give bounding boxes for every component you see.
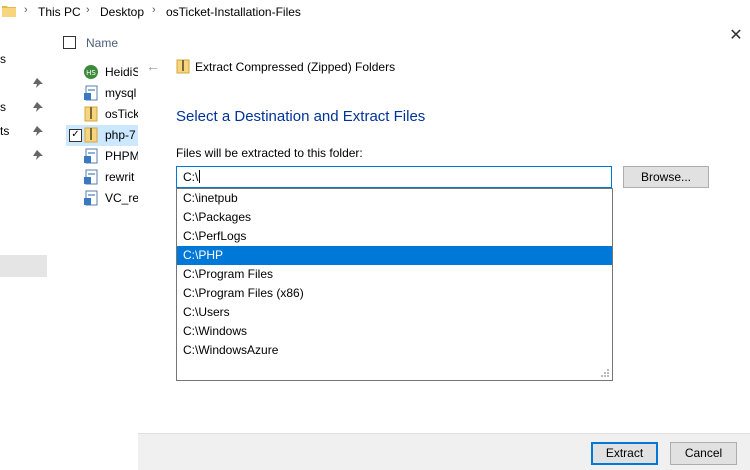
- installer-icon: [84, 148, 98, 164]
- pin-icon[interactable]: [33, 150, 43, 160]
- file-item[interactable]: HS HeidiS: [66, 62, 138, 83]
- suggestion-item[interactable]: C:\Users: [177, 303, 612, 322]
- suggestion-item[interactable]: C:\Program Files (x86): [177, 284, 612, 303]
- file-item[interactable]: rewrit: [66, 167, 138, 188]
- zip-folder-icon: [176, 59, 190, 74]
- extract-button[interactable]: Extract: [591, 442, 658, 465]
- suggestion-item[interactable]: C:\Program Files: [177, 265, 612, 284]
- pin-icon[interactable]: [33, 126, 43, 136]
- select-all-checkbox[interactable]: [63, 36, 76, 49]
- autocomplete-dropdown[interactable]: C:\inetpub C:\Packages C:\PerfLogs C:\PH…: [176, 188, 613, 381]
- column-header-name[interactable]: Name: [86, 36, 118, 50]
- destination-path-input[interactable]: C:\: [176, 166, 612, 188]
- wizard-title: Extract Compressed (Zipped) Folders: [195, 60, 396, 74]
- row-checkbox[interactable]: ✓: [69, 129, 82, 142]
- nav-item-fragment[interactable]: s: [0, 52, 6, 66]
- file-item-selected[interactable]: ✓ php-7: [66, 125, 138, 146]
- suggestion-item[interactable]: C:\Packages: [177, 208, 612, 227]
- breadcrumb-desktop[interactable]: Desktop: [100, 5, 144, 19]
- installer-icon: [84, 169, 98, 185]
- text-caret: [199, 170, 201, 183]
- file-item[interactable]: VC_re: [66, 188, 138, 209]
- chevron-right-icon[interactable]: ›: [24, 4, 28, 16]
- file-name: mysql: [105, 86, 137, 100]
- folder-icon: [2, 6, 16, 17]
- file-item[interactable]: PHPM: [66, 146, 138, 167]
- nav-item-selected[interactable]: [0, 255, 47, 277]
- suggestion-item[interactable]: C:\inetpub: [177, 189, 612, 208]
- chevron-right-icon[interactable]: ›: [152, 4, 156, 16]
- suggestion-item[interactable]: C:\Windows: [177, 322, 612, 341]
- file-item[interactable]: mysql: [66, 83, 138, 104]
- svg-text:HS: HS: [86, 69, 96, 77]
- zip-folder-icon: [84, 127, 98, 143]
- nav-item-fragment[interactable]: ts: [0, 124, 9, 138]
- close-button[interactable]: ✕: [726, 28, 746, 46]
- file-name: rewrit: [105, 170, 135, 184]
- breadcrumb-this-pc[interactable]: This PC: [38, 5, 81, 19]
- file-name: PHPM: [105, 149, 138, 163]
- pin-icon[interactable]: [33, 102, 43, 112]
- file-name: php-7: [105, 128, 136, 142]
- heidisql-icon: HS: [84, 65, 98, 79]
- installer-icon: [84, 190, 98, 206]
- suggestion-item[interactable]: C:\PerfLogs: [177, 227, 612, 246]
- file-name: HeidiS: [105, 65, 138, 79]
- cancel-button[interactable]: Cancel: [670, 442, 737, 465]
- back-arrow-icon[interactable]: ←: [146, 58, 160, 74]
- chevron-right-icon[interactable]: ›: [86, 4, 90, 16]
- breadcrumb-current-folder[interactable]: osTicket-Installation-Files: [166, 5, 301, 19]
- file-name: VC_re: [105, 191, 138, 205]
- suggestion-item-selected[interactable]: C:\PHP: [177, 246, 612, 265]
- file-item[interactable]: osTick: [66, 104, 138, 125]
- pin-icon[interactable]: [33, 78, 43, 88]
- dialog-footer: [138, 433, 750, 470]
- installer-icon: [84, 85, 98, 101]
- browse-button[interactable]: Browse...: [623, 166, 709, 188]
- nav-item-fragment[interactable]: s: [0, 100, 6, 114]
- path-value: C:\: [183, 170, 199, 184]
- destination-label: Files will be extracted to this folder:: [176, 146, 363, 160]
- address-bar[interactable]: › This PC › Desktop › osTicket-Installat…: [0, 0, 750, 24]
- zip-folder-icon: [84, 106, 98, 122]
- file-name: osTick: [105, 107, 138, 121]
- suggestion-item[interactable]: C:\WindowsAzure: [177, 341, 612, 360]
- page-heading: Select a Destination and Extract Files: [176, 108, 426, 125]
- resize-grip-icon[interactable]: [600, 368, 610, 378]
